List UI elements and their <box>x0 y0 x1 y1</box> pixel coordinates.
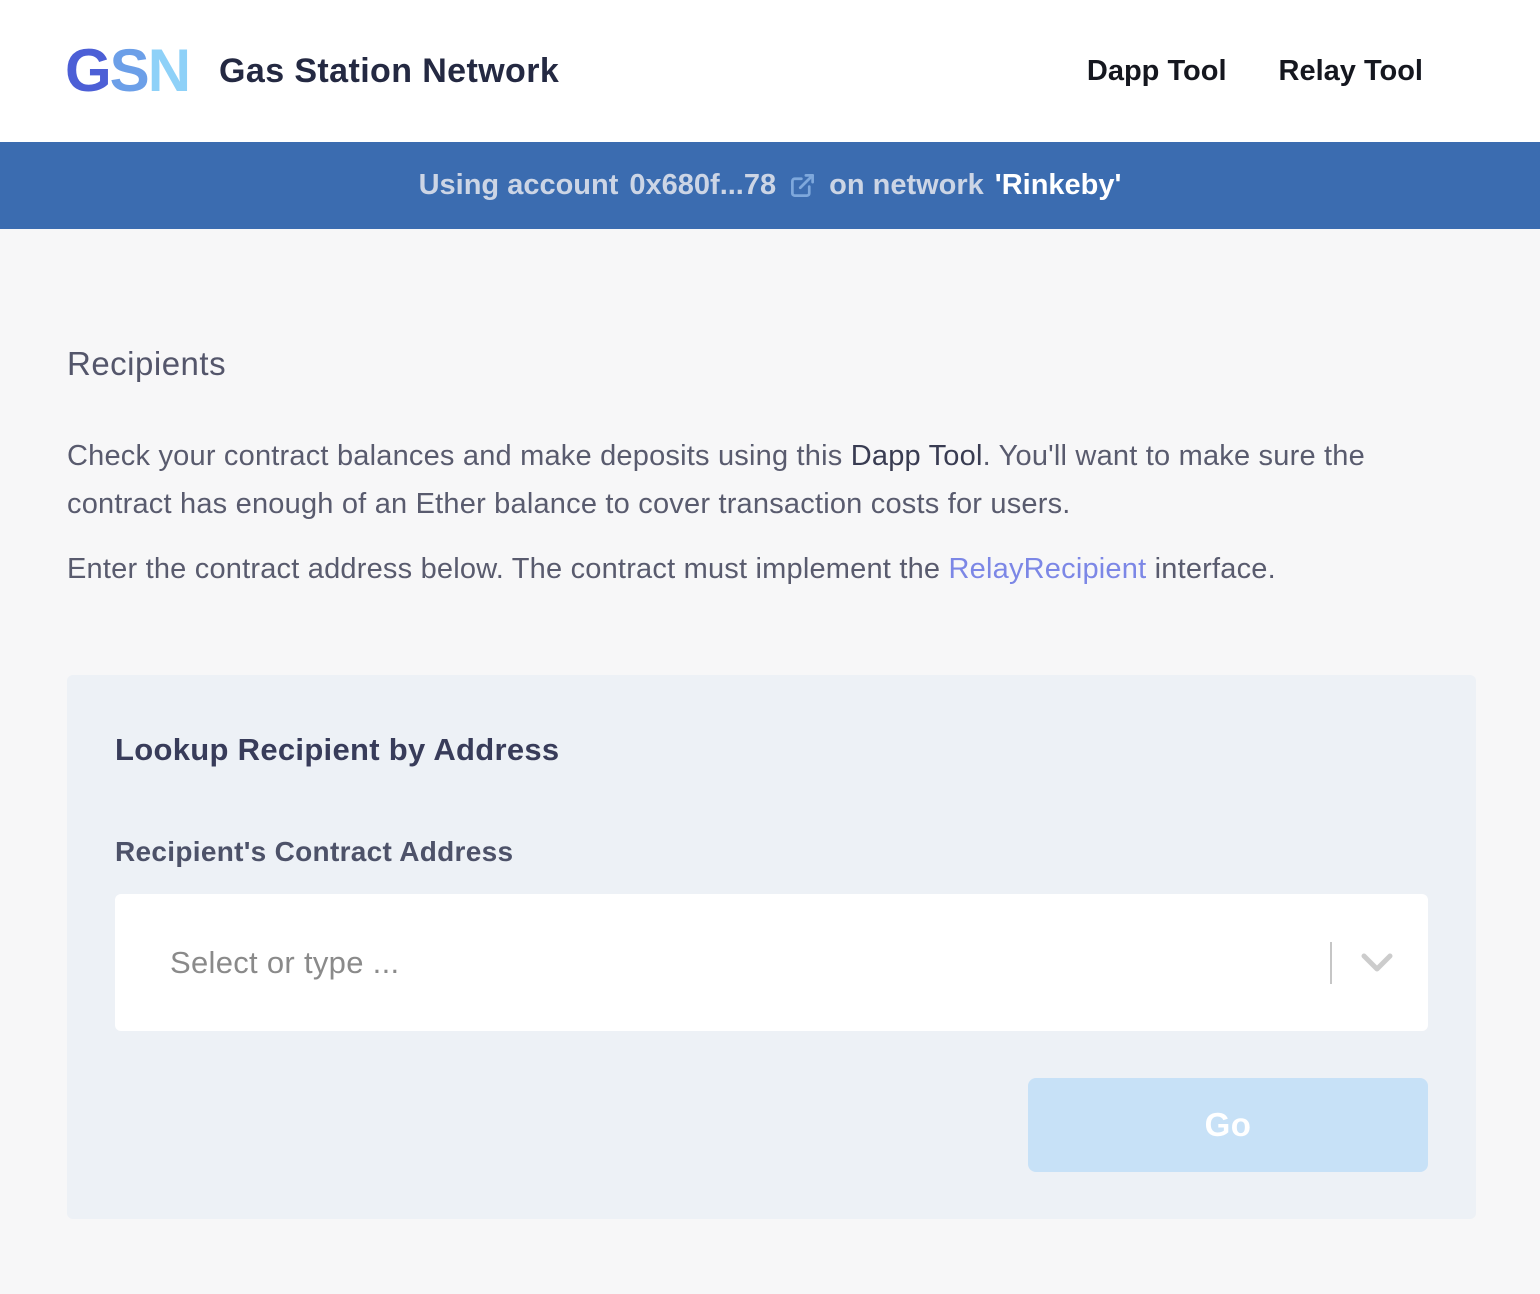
go-button-row: Go <box>115 1078 1428 1172</box>
account-address: 0x680f...78 <box>629 169 776 202</box>
lookup-card-title: Lookup Recipient by Address <box>115 730 1428 770</box>
nav-relay-tool[interactable]: Relay Tool <box>1279 55 1424 88</box>
banner-prefix-text: Using account <box>419 169 619 202</box>
account-banner: Using account 0x680f...78 on network 'Ri… <box>0 142 1540 229</box>
lookup-card: Lookup Recipient by Address Recipient's … <box>67 675 1476 1219</box>
main-nav: Dapp Tool Relay Tool <box>1087 55 1423 88</box>
select-indicators <box>1330 894 1428 1031</box>
intro-text-before: Check your contract balances and make de… <box>67 440 851 472</box>
select-placeholder: Select or type ... <box>170 945 1330 981</box>
external-link-icon[interactable] <box>789 172 816 199</box>
contract-address-label: Recipient's Contract Address <box>115 835 1428 869</box>
intro-paragraph: Check your contract balances and make de… <box>67 432 1476 528</box>
instruction-paragraph: Enter the contract address below. The co… <box>67 545 1476 593</box>
instruction-text-before: Enter the contract address below. The co… <box>67 553 949 585</box>
main-content: Recipients Check your contract balances … <box>0 229 1540 1219</box>
banner-infix-text: on network <box>829 169 984 202</box>
gsn-logo: G S N <box>65 41 189 101</box>
relay-recipient-link[interactable]: RelayRecipient <box>949 553 1147 585</box>
app-title: Gas Station Network <box>219 52 559 91</box>
app-header: G S N Gas Station Network Dapp Tool Rela… <box>0 0 1540 142</box>
go-button[interactable]: Go <box>1028 1078 1428 1172</box>
dapp-tool-mention: Dapp Tool <box>851 440 983 472</box>
logo-letter-g: G <box>65 41 110 101</box>
network-name: 'Rinkeby' <box>995 169 1122 202</box>
page-title: Recipients <box>67 345 1476 383</box>
instruction-text-after: interface. <box>1146 553 1276 585</box>
logo-letter-n: N <box>148 41 189 101</box>
chevron-down-icon[interactable] <box>1332 951 1428 975</box>
recipient-address-select[interactable]: Select or type ... <box>115 894 1428 1031</box>
nav-dapp-tool[interactable]: Dapp Tool <box>1087 55 1227 88</box>
logo-letter-s: S <box>110 41 148 101</box>
